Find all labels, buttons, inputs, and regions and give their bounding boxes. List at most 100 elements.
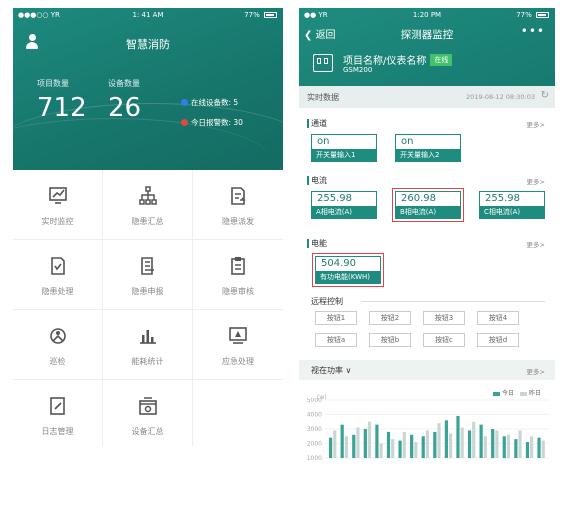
remote-button[interactable]: 按钮c [423, 333, 465, 347]
bar-yesterday [402, 431, 406, 458]
bar-yesterday [367, 421, 372, 458]
patrol-icon [49, 328, 66, 344]
menu-item-hierarchy[interactable]: 隐患汇总 [103, 170, 193, 240]
active-energy-card[interactable]: 504.90 有功电能(KWH) [312, 253, 384, 287]
battery-text: 77% [244, 11, 260, 19]
more-menu-button[interactable]: ••• [521, 24, 545, 38]
channel-more-link[interactable]: 更多> [527, 119, 545, 129]
menu-item-label: 设备汇总 [131, 427, 164, 436]
menu-item-edit-note[interactable]: 日志管理 [13, 380, 103, 446]
meter-icon [313, 54, 333, 72]
menu-item-monitor-alert[interactable]: 应急处理 [193, 310, 283, 380]
menu-item-label: 隐患汇总 [131, 217, 164, 226]
section-title-channel: 通道 [307, 119, 327, 128]
page-title: 探测器监控 [400, 29, 454, 41]
menu-item-document-list[interactable]: 隐患申报 [103, 240, 193, 310]
menu-item-label: 隐患申报 [131, 287, 164, 296]
bar-yesterday [379, 443, 383, 458]
bar-chart-icon [139, 330, 156, 344]
bar-yesterday [437, 423, 441, 458]
menu-item-document-arrow[interactable]: 隐患派发 [193, 170, 283, 240]
power-more-link[interactable]: 更多> [527, 366, 545, 376]
online-summary: 在线设备数: 5 今日报警数: 30 [181, 97, 243, 137]
bar-today [444, 420, 448, 458]
bar-yesterday [541, 440, 545, 458]
app-title: 智慧消防 [126, 38, 170, 51]
bar-today [340, 424, 344, 458]
menu-item-bar-chart[interactable]: 能耗统计 [103, 310, 193, 380]
phase-b-current-card[interactable]: 260.98 B相电流(A) [392, 188, 464, 222]
stat-value: 26 [108, 93, 142, 123]
battery-icon [264, 12, 277, 18]
remote-button[interactable]: 按钮3 [423, 311, 465, 325]
document-check-icon [50, 257, 65, 275]
menu-item-device-box[interactable]: 设备汇总 [103, 380, 193, 446]
bar-today [329, 437, 333, 458]
remote-control-title: 远程控制 [311, 297, 343, 306]
phase-a-current-card[interactable]: 255.98 A相电流(A) [311, 191, 377, 219]
online-device-count: 在线设备数: 5 [191, 98, 239, 107]
menu-item-label: 巡检 [49, 357, 66, 366]
menu-item-patrol[interactable]: 巡检 [13, 310, 103, 380]
energy-more-link[interactable]: 更多> [527, 239, 545, 249]
remote-button[interactable]: 按钮4 [477, 311, 519, 325]
legend-swatch-yesterday [519, 391, 527, 396]
menu-item-label: 隐患派发 [222, 217, 254, 226]
y-tick-label: 5000 [307, 398, 322, 404]
current-label: C相电流(A) [480, 206, 544, 218]
device-name: 项目名称/仪表名称 在线 [343, 52, 453, 67]
phase-c-current-card[interactable]: 255.98 C相电流(A) [479, 191, 545, 219]
menu-item-clipboard[interactable]: 隐患审核 [193, 240, 283, 310]
realtime-label: 实时数据 [307, 93, 339, 102]
right-phone-screen: ●● YR 1:20 PM 77% ❮ 返回 探测器监控 ••• 项目名称/仪表… [299, 8, 555, 460]
bar-today [363, 429, 367, 458]
channel-1-card[interactable]: on 开关量输入1 [311, 134, 377, 162]
menu-item-label: 隐患处理 [41, 287, 74, 296]
legend-yesterday: 昨日 [528, 390, 541, 397]
bar-yesterday [333, 430, 337, 458]
power-type-dropdown[interactable]: 视在功率 ∨ [311, 365, 351, 376]
channel-2-card[interactable]: on 开关量输入2 [395, 134, 461, 162]
online-dot-icon [181, 98, 188, 106]
channel-value: on [401, 136, 414, 147]
clock-text: 1: 41 AM [132, 11, 164, 19]
bar-today [467, 430, 472, 458]
bar-today [410, 434, 414, 458]
today-alarm-count: 今日报警数: 30 [191, 118, 243, 127]
online-status-badge: 在线 [430, 54, 453, 66]
bar-yesterday [483, 436, 487, 458]
energy-label: 有功电能(KWH) [316, 271, 380, 283]
realtime-bar: 实时数据 2019-08-12 08:30:03 ↻ [299, 86, 555, 108]
remote-button[interactable]: 按钮1 [315, 311, 357, 325]
current-value: 255.98 [317, 193, 352, 204]
current-value: 255.98 [485, 193, 520, 204]
bar-today [537, 437, 541, 458]
remote-button[interactable]: 按钮b [369, 333, 411, 347]
monitor-chart-icon [48, 187, 67, 204]
stat-label: 项目数量 [37, 79, 69, 88]
section-title-energy: 电能 [307, 239, 327, 248]
energy-value: 504.90 [321, 258, 356, 269]
refresh-icon[interactable]: ↻ [541, 90, 549, 101]
current-more-link[interactable]: 更多> [527, 176, 545, 186]
remote-button[interactable]: 按钮2 [369, 311, 411, 325]
device-box-icon [138, 397, 157, 415]
left-phone-screen: ●●●○○ YR 1: 41 AM 77% 智慧消防 项目数量 712 设备数量… [13, 8, 283, 446]
bar-yesterday [460, 427, 464, 458]
menu-item-label: 日志管理 [41, 427, 74, 436]
bar-today [502, 436, 506, 458]
bar-today [398, 440, 402, 458]
current-value: 260.98 [401, 193, 436, 204]
battery-icon [536, 12, 549, 18]
menu-item-document-check[interactable]: 隐患处理 [13, 240, 103, 310]
document-list-icon [140, 257, 154, 275]
bar-today [514, 439, 518, 458]
channel-value: on [317, 136, 330, 147]
menu-item-monitor-chart[interactable]: 实时监控 [13, 170, 103, 240]
remote-button[interactable]: 按钮a [315, 333, 357, 347]
bar-yesterday [356, 427, 360, 458]
bar-today [525, 442, 530, 458]
bar-yesterday [391, 439, 395, 458]
remote-button[interactable]: 按钮d [477, 333, 519, 347]
menu-item-label: 应急处理 [222, 357, 254, 366]
